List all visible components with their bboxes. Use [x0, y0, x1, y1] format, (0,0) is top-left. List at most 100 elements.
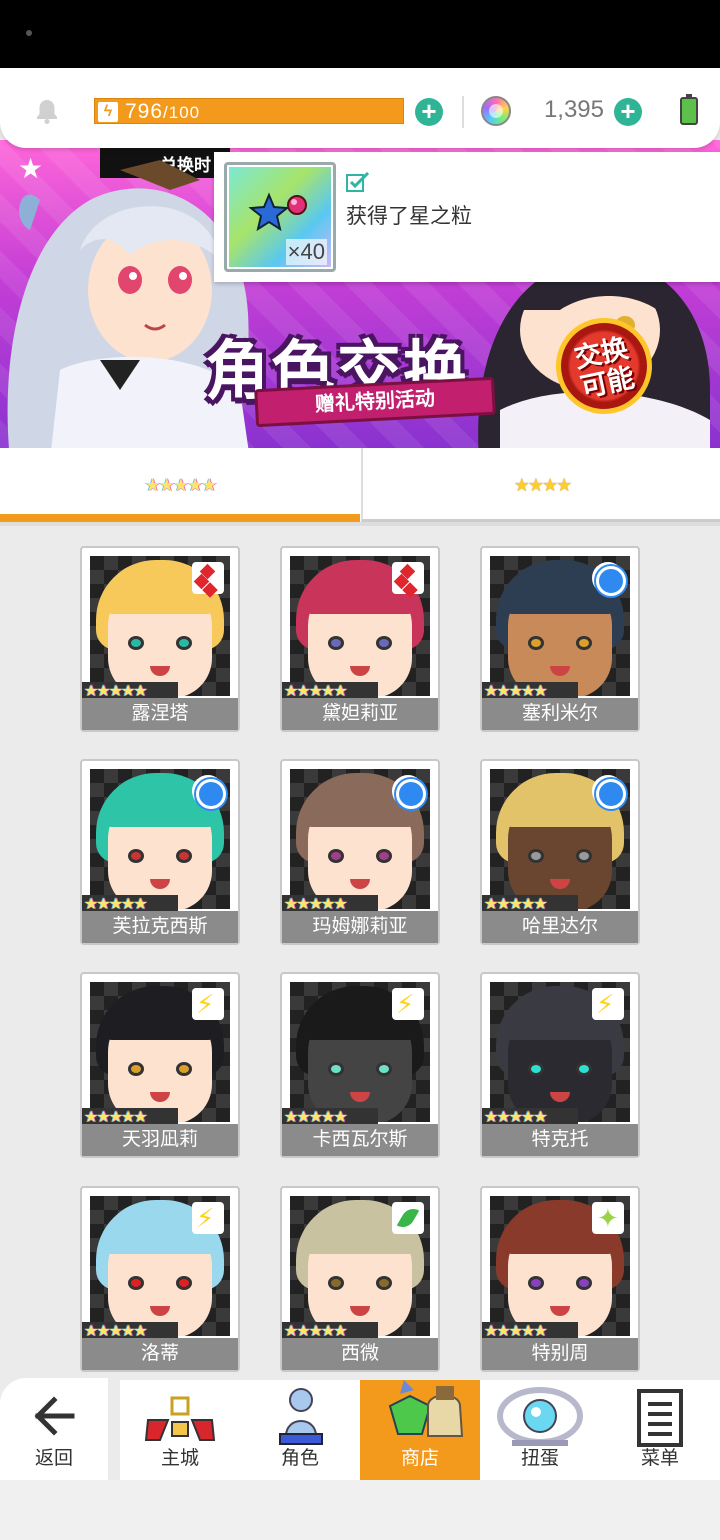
water-attribute-icon	[592, 562, 626, 596]
item-quantity: ×40	[285, 239, 327, 265]
character-card[interactable]: ★★★★★特别周	[480, 1186, 640, 1372]
portrait-eye	[376, 1276, 392, 1290]
portrait-eye	[528, 1062, 544, 1076]
stamina-max: /100	[163, 103, 201, 122]
character-name: 西微	[282, 1338, 438, 1370]
bell-icon[interactable]	[34, 98, 60, 124]
portrait-eye	[376, 1062, 392, 1076]
character-portrait	[490, 769, 630, 909]
star-grain-item: ×40	[224, 162, 336, 272]
character-name: 玛姆娜莉亚	[282, 911, 438, 943]
character-portrait	[90, 769, 230, 909]
character-portrait	[290, 982, 430, 1122]
water-attribute-icon	[392, 775, 426, 809]
app-screen: ϟ 796/100 + 1,395 + 兑换时 ★ ★ ★	[0, 0, 720, 1540]
character-portrait	[90, 982, 230, 1122]
nav-menu-button[interactable]: 菜单	[600, 1380, 720, 1480]
menu-icon	[637, 1389, 683, 1447]
portrait-eye	[376, 849, 392, 863]
portrait-eye	[576, 636, 592, 650]
notification-dot-icon	[26, 30, 32, 36]
character-card[interactable]: ★★★★★ 芙拉克西斯	[80, 759, 240, 945]
character-name: 特克托	[482, 1124, 638, 1156]
nav-gacha-button[interactable]: 扭蛋	[480, 1380, 600, 1480]
portrait-eye	[328, 1062, 344, 1076]
character-portrait	[90, 556, 230, 696]
nav-label: 菜单	[640, 1448, 679, 1469]
thunder-attribute-icon	[592, 988, 624, 1020]
add-gems-button[interactable]: +	[614, 98, 642, 126]
nav-home-button[interactable]: 主城	[120, 1380, 240, 1480]
back-button[interactable]: 返回	[0, 1378, 108, 1480]
portrait-eye	[328, 636, 344, 650]
character-card[interactable]: ★★★★★ 塞利米尔	[480, 546, 640, 732]
character-card[interactable]: ★★★★★ 黛妲莉亚	[280, 546, 440, 732]
character-portrait	[490, 556, 630, 696]
tab-label: ★★★★★	[144, 475, 218, 495]
character-portrait	[90, 1196, 230, 1336]
gacha-icon	[497, 1387, 583, 1446]
tab-four-star[interactable]: ★★★★	[361, 448, 720, 522]
back-arrow-icon	[34, 1396, 75, 1436]
nav-character-button[interactable]: 角色	[240, 1380, 360, 1480]
divider	[462, 96, 464, 128]
character-portrait	[490, 1196, 630, 1336]
portrait-eye	[176, 1276, 192, 1290]
gem-icon	[481, 96, 511, 126]
portrait-eye	[528, 1276, 544, 1290]
bottom-navigation: 返回 主城 角色 商店 扭蛋 菜单	[0, 1378, 720, 1480]
shop-icon	[388, 1380, 464, 1437]
tab-label: ★★★★	[513, 475, 573, 495]
character-card[interactable]: ★★★★★ 西微	[280, 1186, 440, 1372]
resource-bar: ϟ 796/100 + 1,395 +	[0, 68, 720, 148]
character-card[interactable]: ★★★★★ 露涅塔	[80, 546, 240, 732]
character-portrait	[290, 1196, 430, 1336]
character-card[interactable]: ★★★★★特克托	[480, 972, 640, 1158]
character-card[interactable]: ★★★★★ 玛姆娜莉亚	[280, 759, 440, 945]
toast-message: 获得了星之粒	[346, 205, 472, 228]
character-name: 芙拉克西斯	[82, 911, 238, 943]
tab-five-star[interactable]: ★★★★★	[0, 448, 360, 522]
character-name: 塞利米尔	[482, 698, 638, 730]
portrait-eye	[576, 1276, 592, 1290]
portrait-eye	[176, 1062, 192, 1076]
portrait-eye	[328, 849, 344, 863]
portrait-eye	[176, 849, 192, 863]
tab-divider	[0, 522, 720, 526]
portrait-eye	[128, 636, 144, 650]
nav-label: 返回	[34, 1448, 73, 1469]
character-name: 哈里达尔	[482, 911, 638, 943]
character-card[interactable]: ★★★★★天羽凪莉	[80, 972, 240, 1158]
water-attribute-icon	[592, 775, 626, 809]
add-stamina-button[interactable]: +	[415, 98, 443, 126]
stamina-value: 796/100	[125, 100, 200, 124]
character-portrait	[290, 556, 430, 696]
stamina-bar: ϟ 796/100	[94, 98, 404, 124]
character-name: 黛妲莉亚	[282, 698, 438, 730]
thunder-attribute-icon	[192, 988, 224, 1020]
fire-attribute-icon	[192, 562, 224, 594]
battery-icon	[680, 94, 698, 125]
wind-attribute-icon	[392, 1202, 424, 1234]
character-card[interactable]: ★★★★★ 哈里达尔	[480, 759, 640, 945]
character-card[interactable]: ★★★★★卡西瓦尔斯	[280, 972, 440, 1158]
system-navigation-area	[0, 1480, 720, 1540]
star-grain-tile: ×40	[229, 167, 331, 267]
light-attribute-icon	[592, 1202, 624, 1234]
nav-label: 主城	[160, 1448, 199, 1469]
character-icon	[279, 1388, 323, 1445]
checkbox-icon	[346, 172, 370, 192]
nav-label: 扭蛋	[520, 1448, 559, 1469]
portrait-eye	[528, 636, 544, 650]
character-name: 卡西瓦尔斯	[282, 1124, 438, 1156]
portrait-eye	[176, 636, 192, 650]
thunder-attribute-icon	[392, 988, 424, 1020]
portrait-eye	[576, 849, 592, 863]
nav-shop-button[interactable]: 商店	[360, 1380, 480, 1480]
thunder-attribute-icon	[192, 1202, 224, 1234]
character-card[interactable]: ★★★★★洛蒂	[80, 1186, 240, 1372]
portrait-eye	[528, 849, 544, 863]
water-attribute-icon	[192, 775, 226, 809]
portrait-eye	[128, 1062, 144, 1076]
portrait-eye	[128, 1276, 144, 1290]
